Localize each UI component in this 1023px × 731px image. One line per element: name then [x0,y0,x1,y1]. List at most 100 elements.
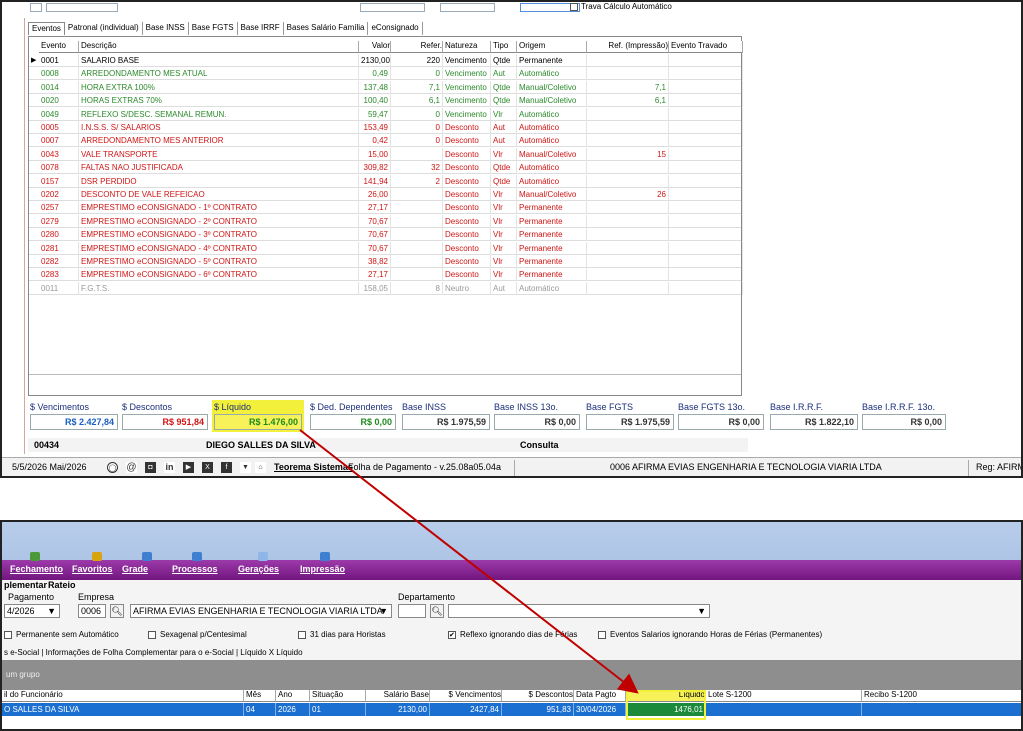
filter-icon[interactable]: ▼ [240,462,251,473]
graduation-cap-icon[interactable]: ⌂ [255,462,266,473]
menu-geracoes[interactable]: Gerações [238,564,279,574]
col-header-evento-travado[interactable]: Evento Travado [669,41,743,53]
col-header-data-pagto[interactable]: Data Pagto [574,690,626,702]
option-checkbox[interactable]: ✔ [448,631,456,639]
pagamento-select[interactable]: 4/2026 ▼ [4,604,60,618]
top-field-c[interactable] [360,3,425,12]
table-row[interactable]: ▶ 0001 SALARIO BASE 2130,00 220 Vencimento Qtd… [29,54,743,67]
tab-0[interactable]: Eventos [28,22,65,35]
option-checkbox[interactable] [298,631,306,639]
col-header-recibo-s1200[interactable]: Recibo S-1200 [862,690,1021,702]
table-row[interactable]: 0014 HORA EXTRA 100% 137,48 7,1 Vencimento Qt… [29,80,743,94]
vendor-link[interactable]: Teorema Sistemas [274,462,353,472]
trava-calculo-checkbox[interactable] [570,3,578,11]
cell-natureza: Desconto [443,201,491,215]
col-header-descricao[interactable]: Descrição [79,41,359,53]
menu-fechamento[interactable]: Fechamento [10,564,63,574]
youtube-icon[interactable]: ▶ [183,462,194,473]
tab-2[interactable]: Base INSS [143,22,189,35]
cell-origem: Automático [517,174,587,188]
facebook-icon[interactable]: f [221,462,232,473]
col-header-origem[interactable]: Origem [517,41,587,53]
col-header-salario-base[interactable]: Salário Base [366,690,430,702]
table-row[interactable]: 0283 EMPRESTIMO eCONSIGNADO - 6º CONTRATO… [29,268,743,282]
menu-favoritos[interactable]: Favoritos [72,564,113,574]
table-row[interactable]: 0020 HORAS EXTRAS 70% 100,40 6,1 Vencimento Q… [29,94,743,108]
col-header-vencimentos[interactable]: $ Vencimentos [430,690,502,702]
option-checkbox[interactable] [4,631,12,639]
x-icon[interactable]: X [202,462,213,473]
tab-1[interactable]: Patronal (individual) [65,22,143,35]
linkedin-icon[interactable]: in [164,462,175,473]
table-row[interactable]: 0280 EMPRESTIMO eCONSIGNADO - 3º CONTRATO… [29,228,743,242]
col-header-natureza[interactable]: Natureza [443,41,491,53]
col-header-funcionario[interactable]: il do Funcionário [2,690,244,702]
menu-grade[interactable]: Grade [122,564,148,574]
statusbar-divider [514,460,515,476]
esocial-links[interactable]: s e-Social | Informações de Folha Comple… [4,648,303,657]
table-row[interactable]: 0202 DESCONTO DE VALE REFEICAO 26,00 Descon… [29,188,743,201]
cell-tipo: Vlr [491,201,517,215]
instagram-icon[interactable]: ◘ [145,462,156,473]
menu-processos[interactable]: Processos [172,564,218,574]
menu-impressao[interactable]: Impressão [300,564,345,574]
tab-5[interactable]: Bases Salário Família [284,22,369,35]
col-header-descontos[interactable]: $ Descontos [502,690,574,702]
pagamento-label: Pagamento [8,592,55,602]
top-field-b[interactable] [46,3,118,12]
table-row[interactable]: 0078 FALTAS NAO JUSTIFICADA 309,82 32 Descon… [29,161,743,175]
col-header-ref-impressao[interactable]: Ref. (Impressão) [587,41,669,53]
departamento-code-field[interactable] [398,604,426,618]
option-checkbox[interactable] [598,631,606,639]
cell-descricao: ARREDONDAMENTO MES ANTERIOR [79,134,359,148]
table-row[interactable]: 0282 EMPRESTIMO eCONSIGNADO - 5º CONTRATO… [29,255,743,268]
tab-3[interactable]: Base FGTS [189,22,238,35]
empresa-select[interactable]: AFIRMA EVIAS ENGENHARIA E TECNOLOGIA VIA… [130,604,392,618]
cell-descricao: ARREDONDAMENTO MES ATUAL [79,67,359,81]
table-row[interactable]: 0049 REFLEXO S/DESC. SEMANAL REMUN. 59,47 0… [29,107,743,121]
whatsapp-icon[interactable]: ◯ [107,462,118,473]
impressao-icon [320,552,330,561]
table-row[interactable]: 0011 F.G.T.S. 158,05 8 Neutro Aut Automático [29,281,743,295]
col-header-valor[interactable]: Valor [359,41,391,53]
table-row[interactable]: 0257 EMPRESTIMO eCONSIGNADO - 1º CONTRATO… [29,201,743,215]
search-icon[interactable]: 🔍︎ [110,604,124,618]
at-icon[interactable]: @ [126,462,137,473]
col-header-tipo[interactable]: Tipo [491,41,517,53]
col-header-mes[interactable]: Mês [244,690,276,702]
cell-descricao: SALARIO BASE [79,54,359,67]
table-row[interactable]: 0005 I.N.S.S. S/ SALARIOS 153,49 0 Desconto A… [29,121,743,134]
filters-area: plementar Rateio Pagamento Empresa Depar… [2,580,1021,660]
employee-line: 00434 DIEGO SALLES DA SILVA Consulta [28,438,748,452]
cell-evento-travado [669,80,743,94]
col-header-refer[interactable]: Refer. [391,41,443,53]
tab-6[interactable]: eConsignado [368,22,423,35]
table-row[interactable]: 0157 DSR PERDIDO 141,94 2 Desconto Qtde Automá… [29,174,743,188]
col-header-ano[interactable]: Ano [276,690,310,702]
col-header-evento[interactable]: Evento [39,41,79,53]
option-checkbox[interactable] [148,631,156,639]
table-row[interactable]: 0007 ARREDONDAMENTO MES ANTERIOR 0,42 0 Desc… [29,134,743,148]
cell-refer [391,241,443,255]
table-row[interactable]: 0281 EMPRESTIMO eCONSIGNADO - 4º CONTRATO… [29,241,743,255]
top-field-d[interactable] [440,3,495,12]
chevron-down-icon: ▼ [697,606,706,616]
top-field-a[interactable] [30,3,42,12]
cell-valor: 309,82 [359,161,391,175]
tab-4[interactable]: Base IRRF [238,22,284,35]
table-row[interactable]: 0043 VALE TRANSPORTE 15,00 Desconto Vlr Manua… [29,147,743,161]
subtab-complementar[interactable]: plementar [4,580,47,590]
table-row[interactable]: 0279 EMPRESTIMO eCONSIGNADO - 2º CONTRATO… [29,214,743,228]
cell-refer: 0 [391,107,443,121]
cell-lote-s1200 [706,703,862,716]
departamento-select[interactable]: ▼ [448,604,710,618]
cell-natureza: Desconto [443,147,491,161]
subtab-rateio[interactable]: Rateio [48,580,76,590]
cell-natureza: Desconto [443,255,491,268]
table-row[interactable]: 0008 ARREDONDAMENTO MES ATUAL 0,49 0 Vencime… [29,67,743,81]
table-row-selected[interactable]: O SALLES DA SILVA 04 2026 01 2130,00 2427,84 9… [2,703,1021,716]
col-header-situacao[interactable]: Situação [310,690,366,702]
search-icon[interactable]: 🔍︎ [430,604,444,618]
empresa-code-field[interactable]: 0006 [78,604,106,618]
col-header-lote-s1200[interactable]: Lote S-1200 [706,690,862,702]
